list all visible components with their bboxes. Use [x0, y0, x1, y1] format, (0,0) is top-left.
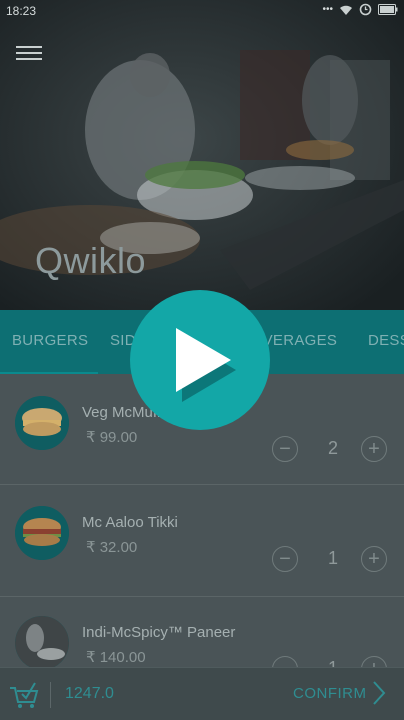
alarm-icon — [359, 3, 372, 16]
status-time: 18:23 — [6, 4, 37, 18]
list-item: Mc Aaloo Tikki ₹ 32.00 − 1 + — [0, 484, 404, 594]
decrease-quantity-button[interactable]: − — [272, 656, 298, 667]
order-footer: 1247.0 CONFIRM — [0, 667, 404, 720]
app-title: Qwiklo — [35, 240, 147, 281]
item-quantity: 2 — [327, 438, 338, 458]
hamburger-menu-icon[interactable] — [16, 42, 42, 64]
footer-divider — [50, 682, 51, 708]
item-price: ₹ 99.00 — [86, 429, 138, 446]
burger-image — [15, 506, 69, 560]
decrease-quantity-button[interactable]: − — [272, 436, 298, 462]
decrease-quantity-button[interactable]: − — [272, 546, 298, 572]
increase-quantity-button[interactable]: + — [361, 436, 387, 462]
chevron-right-icon[interactable] — [372, 680, 386, 706]
tab-burgers[interactable]: BURGERS — [12, 332, 88, 349]
status-bar: 18:23 ••• — [0, 0, 404, 24]
item-price: ₹ 140.00 — [86, 649, 146, 666]
item-name: Indi-McSpicy™ Paneer — [82, 624, 236, 641]
order-total: 1247.0 — [65, 685, 114, 702]
tab-desserts[interactable]: DESSERTS — [368, 332, 404, 349]
item-quantity: 1 — [323, 658, 343, 667]
item-quantity: 1 — [327, 548, 338, 568]
app-screen: 18:23 ••• Qwiklo BURGERS SIDES BEVERAGES… — [0, 0, 404, 720]
increase-quantity-button[interactable]: + — [361, 656, 387, 667]
wifi-icon — [340, 5, 352, 15]
burger-image — [15, 396, 69, 450]
restaurant-image — [15, 616, 69, 667]
item-name: Mc Aaloo Tikki — [82, 514, 178, 531]
status-dots: ••• — [322, 4, 333, 15]
increase-quantity-button[interactable]: + — [361, 546, 387, 572]
cart-check-icon[interactable] — [8, 680, 40, 710]
list-item: Indi-McSpicy™ Paneer ₹ 140.00 − 1 + — [0, 594, 404, 667]
battery-icon — [378, 4, 398, 15]
status-icons: ••• — [322, 3, 398, 16]
play-icon[interactable] — [130, 290, 270, 430]
confirm-button[interactable]: CONFIRM — [293, 685, 367, 702]
item-price: ₹ 32.00 — [86, 539, 138, 556]
